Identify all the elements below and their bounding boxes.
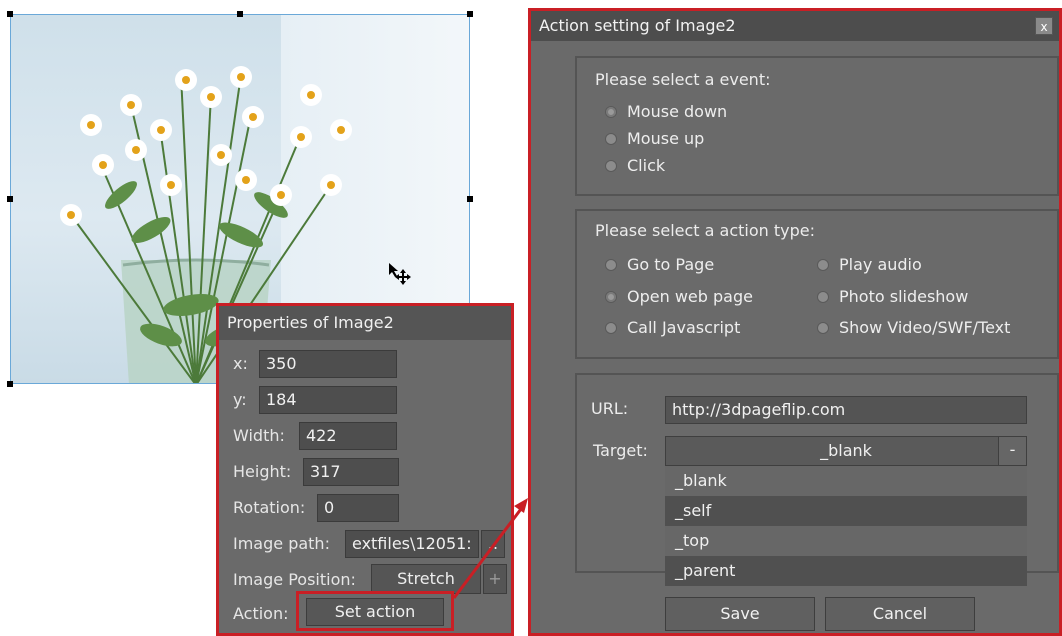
target-option-self[interactable]: _self <box>665 496 1027 526</box>
height-label: Height: <box>233 462 292 481</box>
radio-label: Mouse up <box>627 129 705 148</box>
properties-panel: Properties of Image2 x: 350 y: 184 Width… <box>216 303 514 636</box>
radio-mouse-down[interactable]: Mouse down <box>605 102 727 122</box>
radio-click[interactable]: Click <box>605 156 665 176</box>
close-button[interactable]: x <box>1035 17 1053 35</box>
target-option-blank[interactable]: _blank <box>665 466 1027 496</box>
url-label: URL: <box>591 399 629 418</box>
image-position-plus-button[interactable]: + <box>483 564 507 594</box>
dialog-title: Action setting of Image2 <box>531 11 1059 41</box>
target-option-top[interactable]: _top <box>665 526 1027 556</box>
save-button[interactable]: Save <box>665 597 815 631</box>
action-type-heading: Please select a action type: <box>595 221 815 240</box>
radio-label: Play audio <box>839 255 922 274</box>
radio-photo-slideshow[interactable]: Photo slideshow <box>817 287 968 307</box>
target-selected-value: _blank <box>820 441 872 460</box>
target-select[interactable]: _blank - <box>665 436 1027 466</box>
move-cursor-icon <box>389 263 411 285</box>
radio-label: Photo slideshow <box>839 287 969 306</box>
radio-dot-icon <box>605 291 617 303</box>
action-type-group: Please select a action type: Go to Page … <box>575 209 1059 359</box>
radio-dot-icon <box>605 133 617 145</box>
action-label: Action: <box>233 604 289 623</box>
radio-label: Click <box>627 156 666 175</box>
resize-handle-top-right[interactable] <box>467 11 473 17</box>
resize-handle-top-left[interactable] <box>7 11 13 17</box>
height-input[interactable]: 317 <box>303 458 399 486</box>
target-dropdown-list: _blank _self _top _parent <box>665 466 1027 586</box>
resize-handle-top-center[interactable] <box>237 11 243 17</box>
resize-handle-bottom-left[interactable] <box>7 381 13 387</box>
rotation-input[interactable]: 0 <box>317 494 399 522</box>
image-path-label: Image path: <box>233 534 330 553</box>
radio-mouse-up[interactable]: Mouse up <box>605 129 704 149</box>
radio-show-video[interactable]: Show Video/SWF/Text <box>817 318 1010 338</box>
set-action-button[interactable]: Set action <box>306 598 444 626</box>
target-label: Target: <box>593 441 648 460</box>
y-input[interactable]: 184 <box>259 386 397 414</box>
width-input[interactable]: 422 <box>299 422 397 450</box>
target-option-parent[interactable]: _parent <box>665 556 1027 586</box>
properties-title: Properties of Image2 <box>219 306 511 340</box>
event-group-heading: Please select a event: <box>595 70 771 89</box>
x-input[interactable]: 350 <box>259 350 397 378</box>
radio-label: Open web page <box>627 287 753 306</box>
resize-handle-middle-left[interactable] <box>7 196 13 202</box>
radio-dot-icon <box>817 322 829 334</box>
set-action-highlight: Set action <box>296 591 454 631</box>
y-label: y: <box>233 390 247 409</box>
radio-label: Mouse down <box>627 102 728 121</box>
browse-button[interactable]: .. <box>481 530 505 558</box>
url-input[interactable]: http://3dpageflip.com <box>665 396 1027 424</box>
radio-label: Go to Page <box>627 255 715 274</box>
cancel-button[interactable]: Cancel <box>825 597 975 631</box>
radio-label: Show Video/SWF/Text <box>839 318 1011 337</box>
event-group: Please select a event: Mouse down Mouse … <box>575 56 1059 196</box>
radio-open-web-page[interactable]: Open web page <box>605 287 753 307</box>
radio-go-to-page[interactable]: Go to Page <box>605 255 714 275</box>
radio-dot-icon <box>605 322 617 334</box>
image-position-select[interactable]: Stretch <box>371 564 481 594</box>
rotation-label: Rotation: <box>233 498 306 517</box>
x-label: x: <box>233 354 248 373</box>
dropdown-arrow-icon[interactable]: - <box>998 437 1026 465</box>
radio-label: Call Javascript <box>627 318 741 337</box>
radio-play-audio[interactable]: Play audio <box>817 255 922 275</box>
radio-dot-icon <box>605 160 617 172</box>
radio-dot-icon <box>817 291 829 303</box>
radio-dot-icon <box>605 106 617 118</box>
radio-dot-icon <box>817 259 829 271</box>
action-setting-dialog: Action setting of Image2 x Please select… <box>528 8 1062 636</box>
radio-call-javascript[interactable]: Call Javascript <box>605 318 740 338</box>
image-path-input[interactable]: extfiles\12051: <box>345 530 479 558</box>
image-position-label: Image Position: <box>233 570 356 589</box>
width-label: Width: <box>233 426 285 445</box>
editor-canvas: Properties of Image2 x: 350 y: 184 Width… <box>0 0 1062 636</box>
radio-dot-icon <box>605 259 617 271</box>
resize-handle-middle-right[interactable] <box>467 196 473 202</box>
